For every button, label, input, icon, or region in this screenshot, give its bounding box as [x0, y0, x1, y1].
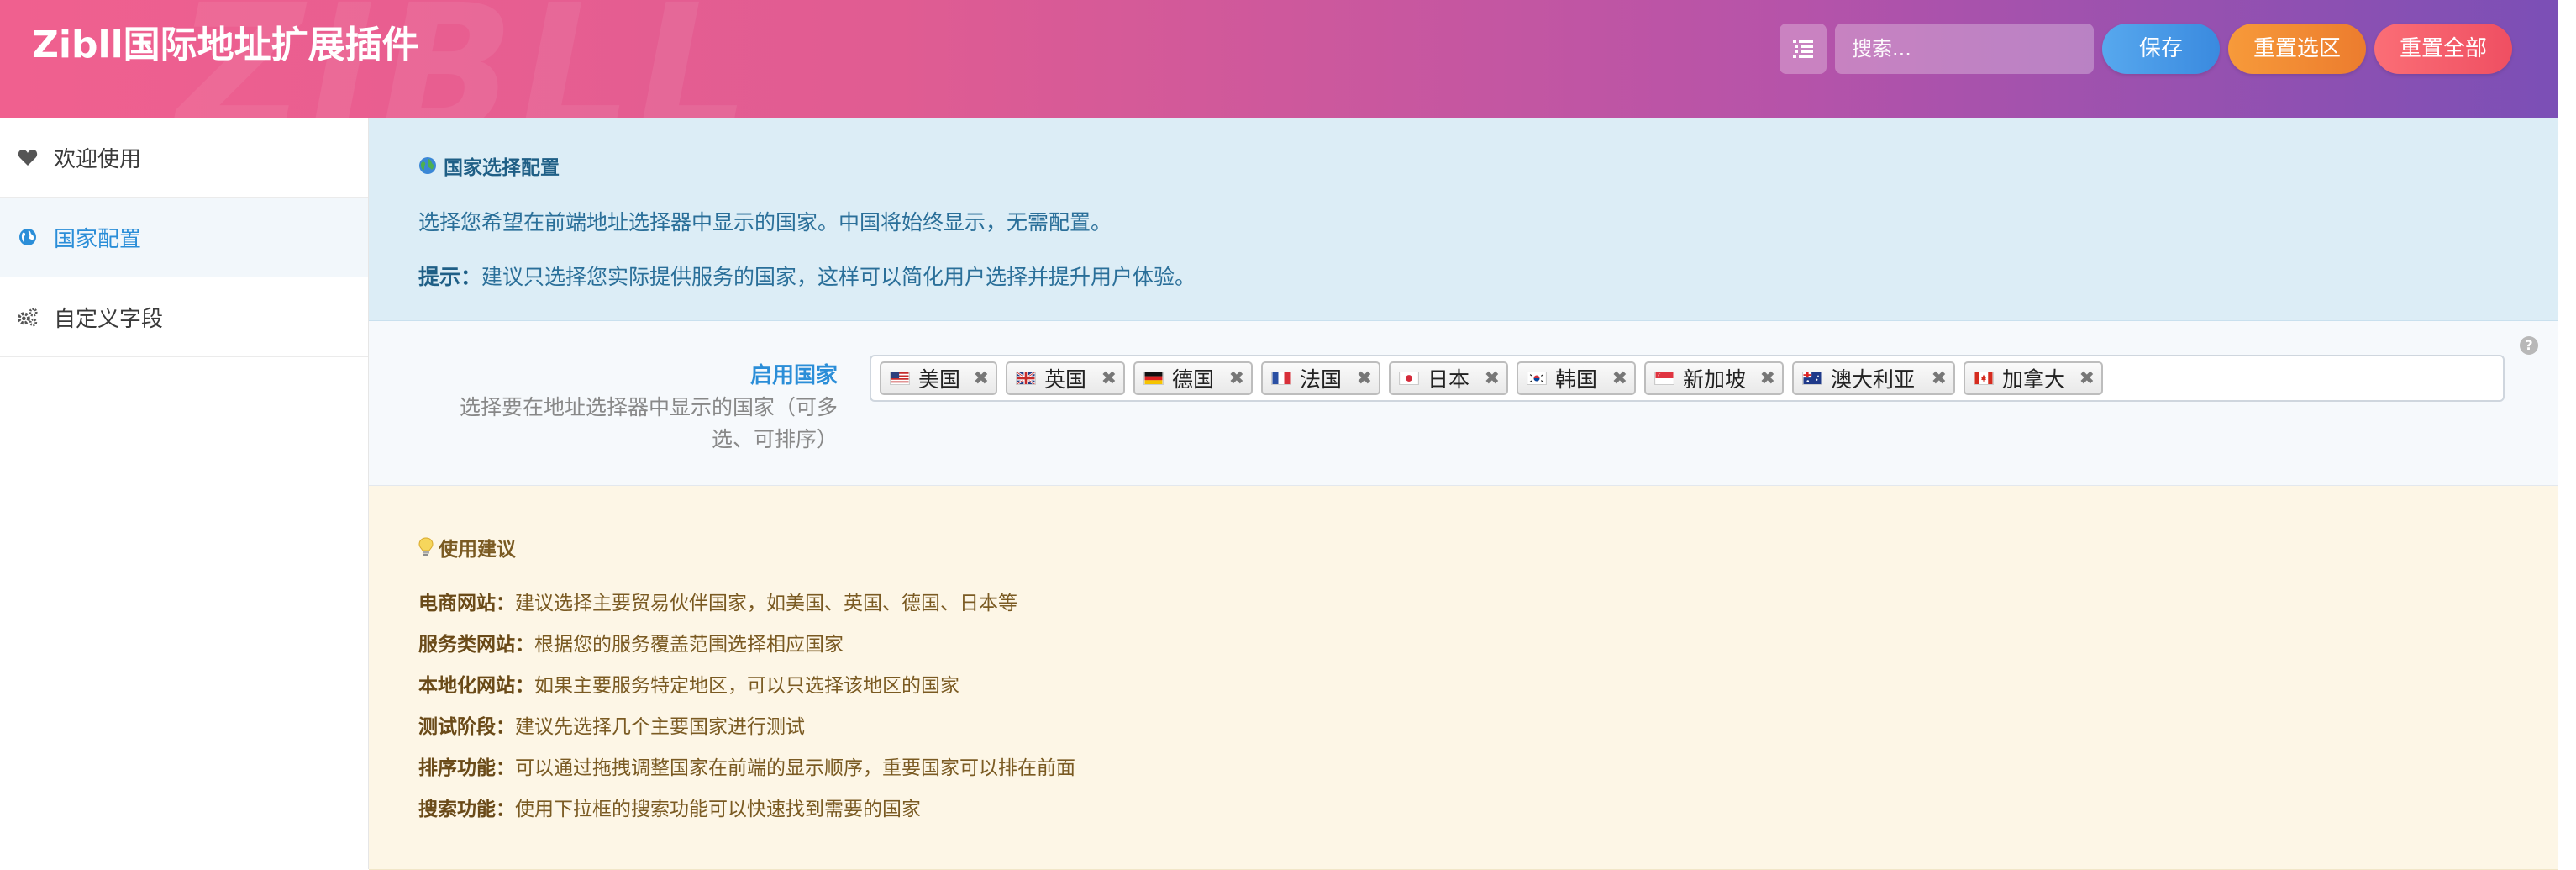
remove-tag-icon[interactable]: ✖ [1612, 368, 1627, 389]
tag-label: 日本 [1427, 367, 1470, 392]
tag-label: 澳大利亚 [1831, 367, 1916, 392]
tag-label: 美国 [918, 367, 961, 392]
tag-label: 韩国 [1555, 367, 1598, 392]
lightbulb-icon [418, 537, 434, 556]
sidebar-item-label: 自定义字段 [54, 306, 164, 332]
field-label: 启用国家 [749, 363, 838, 388]
tip-item: 搜索功能：使用下拉框的搜索功能可以快速找到需要的国家 [418, 799, 921, 820]
country-multiselect[interactable]: 美国 ✖ 英国 ✖ 德国 ✖ 法国 ✖ 日本 ✖ 韩国 ✖ 新加坡 ✖ 澳大利亚… [870, 355, 2505, 402]
country-tag[interactable]: 新加坡 ✖ [1644, 361, 1784, 395]
app-title: Zibll国际地址扩展插件 [32, 24, 419, 66]
tip-item: 本地化网站：如果主要服务特定地区，可以只选择该地区的国家 [418, 675, 959, 697]
tip-label: 提示： [418, 265, 482, 289]
tag-label: 法国 [1300, 367, 1343, 392]
us-flag-icon [890, 372, 910, 385]
remove-tag-icon[interactable]: ✖ [1485, 368, 1500, 389]
notice-tip: 提示：建议只选择您实际提供服务的国家，这样可以简化用户选择并提升用户体验。 [418, 261, 1196, 291]
toggle-menu-button[interactable] [1780, 24, 1827, 74]
sidebar-item-custom-fields[interactable]: 自定义字段 [0, 277, 368, 357]
de-flag-icon [1143, 372, 1164, 385]
globe-icon [17, 226, 39, 248]
country-tag[interactable]: 美国 ✖ [880, 361, 997, 395]
remove-tag-icon[interactable]: ✖ [1357, 368, 1372, 389]
tip-item: 电商网站：建议选择主要贸易伙伴国家，如美国、英国、德国、日本等 [418, 593, 1017, 614]
remove-tag-icon[interactable]: ✖ [1760, 368, 1775, 389]
reset-selection-button[interactable]: 重置选区 [2228, 24, 2366, 74]
notice-line-1: 选择您希望在前端地址选择器中显示的国家。中国将始终显示，无需配置。 [418, 210, 1112, 235]
field-description: 选择要在地址选择器中显示的国家（可多选、可排序） [459, 395, 838, 451]
tag-label: 英国 [1044, 367, 1087, 392]
tag-label: 新加坡 [1683, 367, 1747, 392]
remove-tag-icon[interactable]: ✖ [2079, 368, 2095, 389]
tips-heading: 使用建议 [418, 533, 516, 562]
sidebar: 欢迎使用 国家配置 自定义字段 [0, 118, 369, 869]
tip-item: 服务类网站：根据您的服务覆盖范围选择相应国家 [418, 634, 844, 656]
ca-flag-icon [1974, 372, 1994, 385]
main-content: 国家选择配置 选择您希望在前端地址选择器中显示的国家。中国将始终显示，无需配置。… [369, 118, 2558, 870]
remove-tag-icon[interactable]: ✖ [1101, 368, 1117, 389]
country-tag[interactable]: 澳大利亚 ✖ [1792, 361, 1955, 395]
tag-label: 德国 [1172, 367, 1215, 392]
kr-flag-icon [1527, 372, 1547, 385]
country-tag[interactable]: 韩国 ✖ [1517, 361, 1636, 395]
country-tag[interactable]: 法国 ✖ [1261, 361, 1380, 395]
remove-tag-icon[interactable]: ✖ [974, 368, 989, 389]
earth-icon [419, 157, 436, 174]
help-icon[interactable]: ? [2520, 336, 2538, 355]
country-tag[interactable]: 日本 ✖ [1389, 361, 1508, 395]
sidebar-item-welcome[interactable]: 欢迎使用 [0, 118, 368, 198]
remove-tag-icon[interactable]: ✖ [1229, 368, 1244, 389]
country-tag[interactable]: 英国 ✖ [1006, 361, 1125, 395]
au-flag-icon [1802, 372, 1822, 385]
info-notice: 国家选择配置 选择您希望在前端地址选择器中显示的国家。中国将始终显示，无需配置。… [369, 118, 2558, 321]
search-input[interactable] [1835, 24, 2094, 74]
fr-flag-icon [1271, 372, 1291, 385]
tip-text: 建议只选择您实际提供服务的国家，这样可以简化用户选择并提升用户体验。 [481, 265, 1196, 289]
reset-all-button[interactable]: 重置全部 [2374, 24, 2512, 74]
sidebar-item-label: 国家配置 [54, 226, 142, 252]
country-tag[interactable]: 加拿大 ✖ [1964, 361, 2103, 395]
notice-heading: 国家选择配置 [418, 151, 560, 180]
tag-label: 加拿大 [2002, 367, 2066, 392]
usage-tips: 使用建议 电商网站：建议选择主要贸易伙伴国家，如美国、英国、德国、日本等 服务类… [369, 486, 2558, 870]
cogs-icon [17, 306, 39, 328]
sidebar-item-countries[interactable]: 国家配置 [0, 198, 368, 277]
jp-flag-icon [1399, 372, 1419, 385]
country-tag[interactable]: 德国 ✖ [1133, 361, 1253, 395]
gb-flag-icon [1016, 372, 1036, 385]
tip-item: 排序功能：可以通过拖拽调整国家在前端的显示顺序，重要国家可以排在前面 [418, 757, 1075, 779]
save-button[interactable]: 保存 [2102, 24, 2220, 74]
list-icon [1793, 40, 1813, 58]
sidebar-item-label: 欢迎使用 [54, 146, 142, 172]
remove-tag-icon[interactable]: ✖ [1932, 368, 1947, 389]
sg-flag-icon [1654, 372, 1674, 385]
countries-field: 启用国家 选择要在地址选择器中显示的国家（可多选、可排序） 美国 ✖ 英国 ✖ … [369, 321, 2558, 486]
tip-item: 测试阶段：建议先选择几个主要国家进行测试 [418, 716, 805, 738]
top-header: ZIBLL Zibll国际地址扩展插件 保存 重置选区 重置全部 [0, 0, 2558, 118]
heart-icon [17, 146, 39, 168]
